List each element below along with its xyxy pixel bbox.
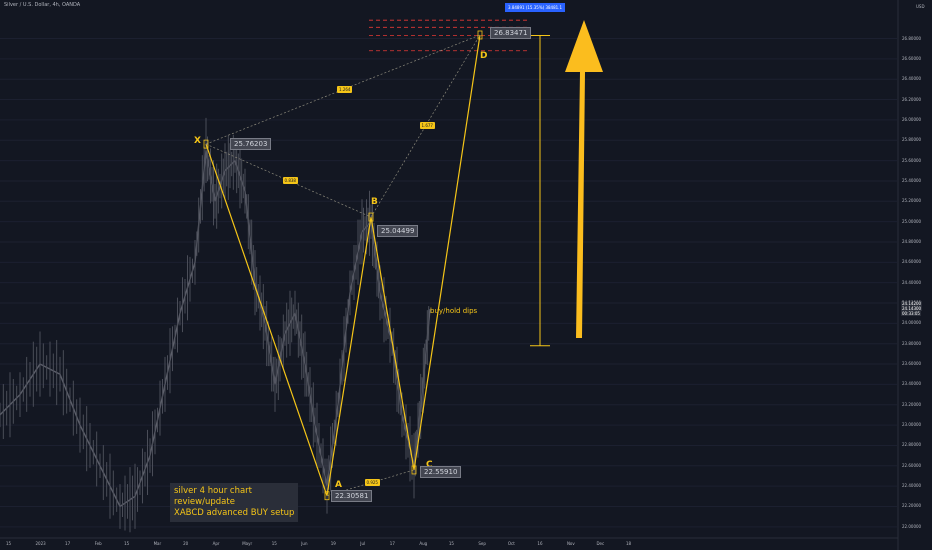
x-tick-label: Nov: [566, 541, 575, 546]
up-arrow-icon: [565, 20, 603, 338]
y-tick-label: 22.40000: [902, 483, 922, 489]
y-tick-label: 24.80000: [902, 238, 922, 244]
x-tick-label: 16: [537, 541, 543, 546]
y-tick-label: 23.80000: [902, 340, 922, 346]
y-tick-label: 25.20000: [902, 198, 922, 204]
point-label-x: X: [194, 136, 201, 147]
point-label-d: D: [480, 50, 488, 61]
ratio-label: 0.838: [282, 176, 298, 184]
x-tick-label: Oct: [507, 541, 515, 546]
price-label-x: 25.76203: [230, 138, 272, 151]
point-label-a: A: [335, 479, 342, 490]
y-tick-label: 26.80000: [902, 35, 922, 41]
ratio-label: 1.264: [337, 85, 353, 93]
x-tick-label: 2023: [35, 541, 46, 546]
buy-hold-label: buy/hold dips: [430, 307, 478, 315]
symbol-header[interactable]: Silver / U.S. Dollar, 4h, OANDA: [4, 2, 80, 8]
x-tick-label: Apr: [212, 541, 220, 546]
xabcd-pattern: [203, 30, 483, 501]
y-tick-label: 25.40000: [902, 177, 922, 183]
pattern-leg: [205, 34, 481, 496]
y-tick-label: 25.60000: [902, 157, 922, 163]
x-tick-label: Mar: [153, 541, 162, 546]
x-tick-label: 15: [6, 541, 12, 546]
price-label-d: 26.83471: [490, 26, 532, 39]
note-line-3: XABCD advanced BUY setup: [174, 508, 295, 518]
price-label-b: 25.04499: [377, 225, 419, 238]
point-label-b: B: [371, 197, 378, 208]
chart-note: silver 4 hour chart review/update XABCD …: [170, 483, 299, 522]
y-tick-label: 23.20000: [902, 401, 922, 407]
x-tick-label: Feb: [94, 541, 102, 546]
x-tick-label: Dec: [596, 541, 605, 546]
y-tick-label: 22.80000: [902, 442, 922, 448]
chart-canvas: [0, 0, 899, 550]
x-tick-label: Sep: [478, 541, 486, 546]
x-tick-label: 18: [626, 541, 632, 546]
target-badge: 3.84891 (15.35%) 38481.1: [505, 3, 565, 12]
ratio-label: 0.925: [364, 478, 380, 486]
y-tick-label: 23.00000: [902, 422, 922, 428]
x-tick-label: Mayr: [242, 541, 253, 546]
note-line-2: review/update: [174, 497, 235, 507]
ratio-label: 1.677: [419, 122, 435, 130]
x-tick-label: 15: [448, 541, 454, 546]
y-tick-label: 22.00000: [902, 523, 922, 529]
current-price-label: 00:33:05: [901, 311, 921, 317]
x-tick-label: 20: [183, 541, 189, 546]
y-tick-label: 25.80000: [902, 137, 922, 143]
x-tick-label: 15: [271, 541, 277, 546]
y-tick-label: 25.00000: [902, 218, 922, 224]
y-tick-label: 26.20000: [902, 96, 922, 102]
y-tick-label: 26.00000: [902, 116, 922, 122]
x-tick-label: Jun: [301, 541, 308, 546]
y-tick-label: 22.20000: [902, 503, 922, 509]
up-arrow-shape: [565, 20, 603, 338]
x-tick-label: 17: [389, 541, 395, 546]
price-series: [0, 117, 431, 533]
note-line-1: silver 4 hour chart: [174, 486, 252, 496]
x-tick-label: 17: [65, 541, 71, 546]
y-tick-label: 23.40000: [902, 381, 922, 387]
price-label-c: 22.55910: [420, 465, 462, 478]
x-tick-label: 19: [330, 541, 336, 546]
y-tick-label: 22.60000: [902, 462, 922, 468]
y-tick-label: 23.60000: [902, 361, 922, 367]
y-tick-label: 24.40000: [902, 279, 922, 285]
y-tick-label: 24.60000: [902, 259, 922, 265]
x-tick-label: Jul: [360, 541, 366, 546]
price-label-a: 22.30581: [331, 489, 373, 502]
y-tick-label: 26.40000: [902, 76, 922, 82]
currency-label: USD: [916, 4, 925, 9]
x-tick-label: 15: [124, 541, 130, 546]
y-tick-label: 26.60000: [902, 55, 922, 61]
x-tick-label: Aug: [419, 541, 428, 546]
y-tick-label: 24.00000: [902, 320, 922, 326]
